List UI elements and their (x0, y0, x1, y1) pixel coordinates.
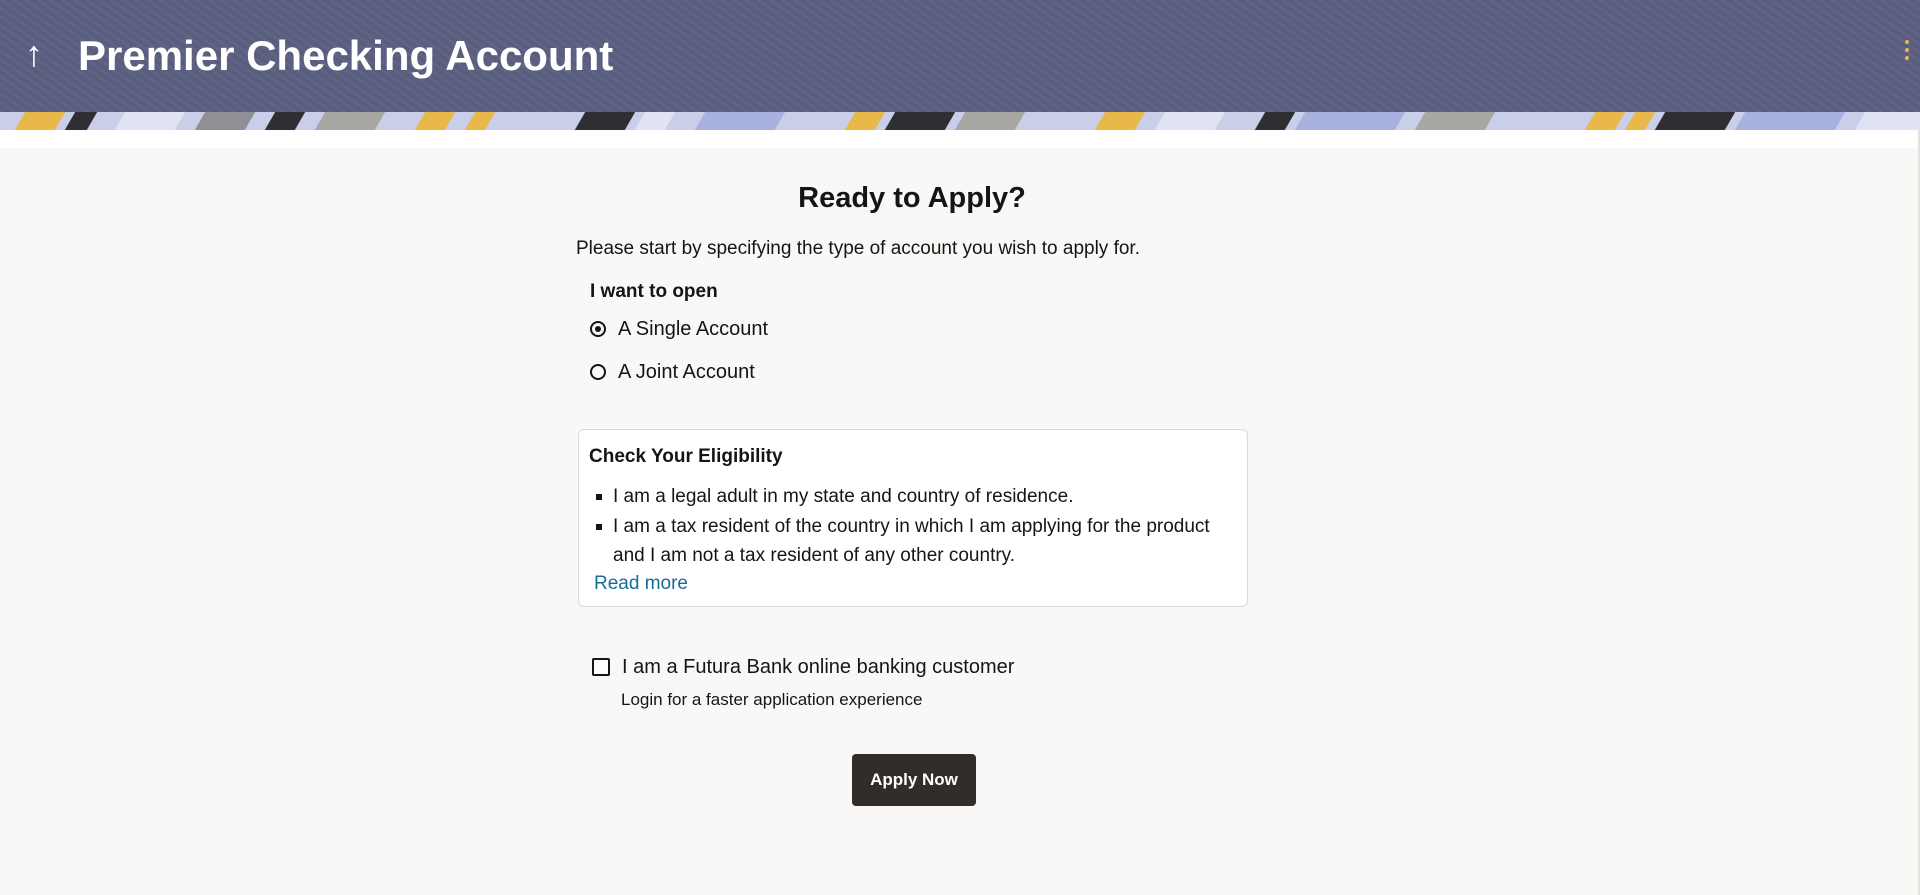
eligibility-list: I am a legal adult in my state and count… (589, 482, 1219, 571)
read-more-link[interactable]: Read more (594, 571, 688, 597)
arrow-up-icon[interactable]: ↑ (14, 30, 54, 78)
radio-unchecked-icon[interactable] (590, 364, 606, 380)
intro-text: Please start by specifying the type of a… (576, 238, 1140, 259)
eligibility-item: I am a legal adult in my state and count… (589, 482, 1219, 511)
radio-single-account[interactable]: A Single Account (590, 314, 768, 344)
checkbox-label: I am a Futura Bank online banking custom… (622, 656, 1015, 678)
checkbox-unchecked-icon[interactable] (592, 658, 610, 676)
apply-now-button[interactable]: Apply Now (852, 754, 976, 806)
eligibility-title: Check Your Eligibility (589, 446, 783, 467)
radio-checked-icon[interactable] (590, 321, 606, 337)
account-type-label: I want to open (590, 281, 718, 302)
radio-joint-account[interactable]: A Joint Account (590, 357, 755, 387)
radio-label: A Joint Account (618, 361, 755, 383)
eligibility-card: Check Your Eligibility I am a legal adul… (578, 429, 1248, 607)
page-header: ↑ Premier Checking Account (0, 0, 1920, 112)
banner-divider (0, 130, 1920, 148)
kebab-menu-icon[interactable] (1900, 40, 1914, 70)
radio-label: A Single Account (618, 318, 769, 340)
section-title: Ready to Apply? (798, 182, 1026, 214)
decorative-banner (0, 112, 1920, 130)
online-customer-checkbox-row[interactable]: I am a Futura Bank online banking custom… (592, 654, 1014, 680)
login-hint-text: Login for a faster application experienc… (621, 690, 923, 709)
page-title: Premier Checking Account (78, 32, 614, 79)
eligibility-item: I am a tax resident of the country in wh… (589, 512, 1219, 570)
